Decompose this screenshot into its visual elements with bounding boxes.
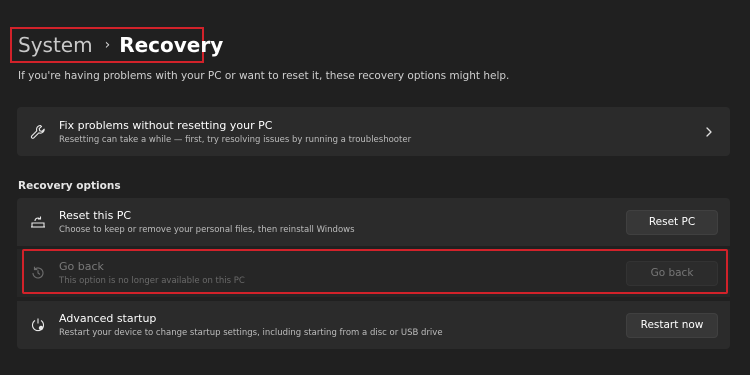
reset-pc-button[interactable]: Reset PC bbox=[626, 209, 718, 235]
fix-problems-card[interactable]: Fix problems without resetting your PC R… bbox=[17, 107, 730, 156]
reset-pc-icon bbox=[17, 214, 59, 230]
fix-problems-title: Fix problems without resetting your PC bbox=[59, 118, 273, 132]
page-title: Recovery bbox=[119, 33, 224, 57]
go-back-subtitle: This option is no longer available on th… bbox=[59, 276, 245, 286]
recovery-settings-page: System › Recovery If you're having probl… bbox=[0, 0, 750, 375]
go-back-button: Go back bbox=[626, 260, 718, 286]
go-back-card: Go back This option is no longer availab… bbox=[17, 249, 730, 297]
chevron-right-icon[interactable] bbox=[694, 126, 724, 138]
go-back-title: Go back bbox=[59, 260, 104, 273]
reset-pc-card: Reset this PC Choose to keep or remove y… bbox=[17, 198, 730, 246]
advanced-startup-card: Advanced startup Restart your device to … bbox=[17, 301, 730, 349]
reset-pc-title: Reset this PC bbox=[59, 209, 132, 222]
page-description: If you're having problems with your PC o… bbox=[18, 70, 510, 82]
restart-now-button[interactable]: Restart now bbox=[626, 312, 718, 338]
recovery-options-heading: Recovery options bbox=[18, 180, 121, 192]
advanced-startup-icon bbox=[17, 317, 59, 333]
breadcrumb-system[interactable]: System bbox=[18, 33, 93, 57]
advanced-startup-subtitle: Restart your device to change startup se… bbox=[59, 328, 443, 338]
reset-pc-subtitle: Choose to keep or remove your personal f… bbox=[59, 225, 355, 235]
history-icon bbox=[17, 265, 59, 281]
advanced-startup-title: Advanced startup bbox=[59, 312, 157, 325]
breadcrumb-separator: › bbox=[104, 37, 111, 53]
wrench-icon bbox=[17, 124, 59, 140]
breadcrumb: System › Recovery bbox=[10, 27, 223, 63]
fix-problems-subtitle: Resetting can take a while — first, try … bbox=[59, 134, 412, 145]
